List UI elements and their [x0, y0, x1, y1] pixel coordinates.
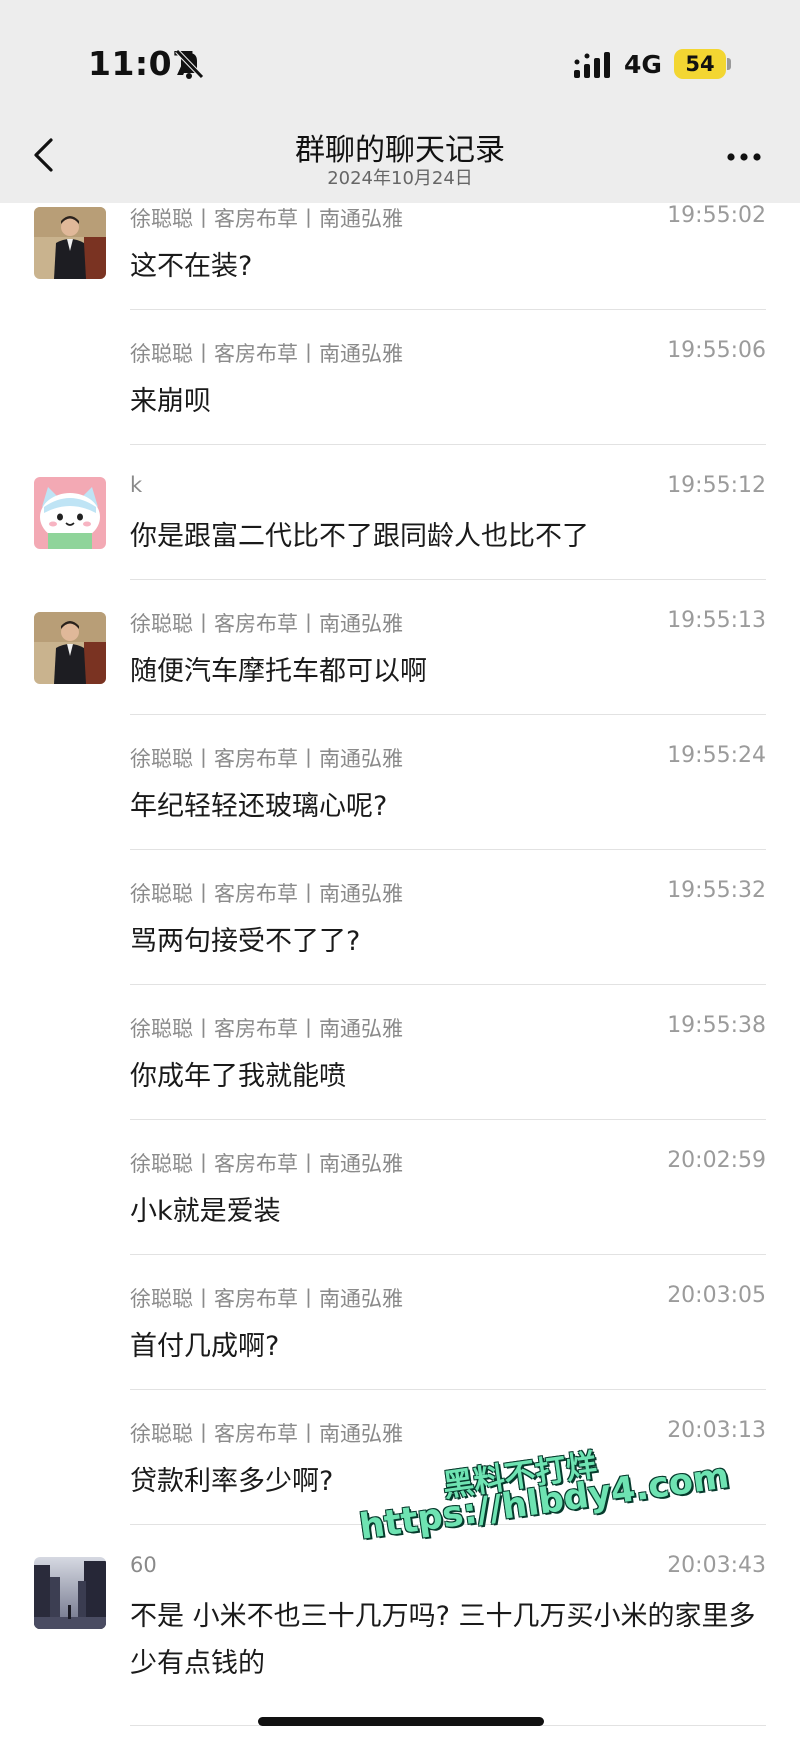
- man-portrait-avatar: [34, 207, 106, 279]
- battery-cap: [727, 58, 731, 70]
- sender-name: 徐聪聪丨客房布草丨南通弘雅: [130, 1422, 403, 1446]
- home-indicator[interactable]: [258, 1717, 544, 1726]
- avatar[interactable]: [34, 477, 106, 549]
- avatar[interactable]: [34, 612, 106, 684]
- sender-name: 徐聪聪丨客房布草丨南通弘雅: [130, 747, 403, 771]
- divider: [130, 984, 766, 985]
- top-bar: 11:07 4G 54 群聊的聊天记录 2024年10月24日: [0, 0, 800, 203]
- message-text: 你成年了我就能喷: [130, 1061, 346, 1092]
- divider: [130, 579, 766, 580]
- sender-name: 徐聪聪丨客房布草丨南通弘雅: [130, 882, 403, 906]
- message-time: 20:03:05: [667, 1283, 766, 1308]
- sender-name: 徐聪聪丨客房布草丨南通弘雅: [130, 207, 403, 231]
- signal-icon: [574, 52, 610, 78]
- sender-name: 徐聪聪丨客房布草丨南通弘雅: [130, 1152, 403, 1176]
- message-text: 你是跟富二代比不了跟同龄人也比不了: [130, 521, 589, 552]
- city-street-avatar: [34, 1557, 106, 1629]
- divider: [130, 1119, 766, 1120]
- message-time: 20:02:59: [667, 1148, 766, 1173]
- message-time: 19:55:32: [667, 878, 766, 903]
- sender-name: 60: [130, 1553, 157, 1577]
- divider: [130, 444, 766, 445]
- sender-name: 徐聪聪丨客房布草丨南通弘雅: [130, 612, 403, 636]
- page-title: 群聊的聊天记录: [295, 133, 505, 168]
- message-text: 随便汽车摩托车都可以啊: [130, 656, 427, 687]
- message-time: 19:55:06: [667, 338, 766, 363]
- message-text: 小k就是爱装: [130, 1196, 281, 1227]
- sender-name: 徐聪聪丨客房布草丨南通弘雅: [130, 1287, 403, 1311]
- message-time: 19:55:24: [667, 743, 766, 768]
- message-text: 来崩呗: [130, 386, 211, 417]
- message-text: 年纪轻轻还玻璃心呢?: [130, 791, 388, 822]
- message-text: 不是 小米不也三十几万吗? 三十几万买小米的家里多少有点钱的: [130, 1601, 756, 1679]
- message-time: 20:03:43: [667, 1553, 766, 1578]
- avatar[interactable]: [34, 207, 106, 279]
- sender-name: k: [130, 473, 143, 497]
- message-text: 骂两句接受不了了?: [130, 926, 361, 957]
- divider: [130, 309, 766, 310]
- network-type: 4G: [624, 50, 662, 79]
- divider: [130, 849, 766, 850]
- battery-level: 54: [674, 49, 726, 79]
- avatar[interactable]: [34, 1557, 106, 1629]
- sender-name: 徐聪聪丨客房布草丨南通弘雅: [130, 342, 403, 366]
- cartoon-cat-avatar: [34, 477, 106, 549]
- page-subtitle-date: 2024年10月24日: [327, 168, 473, 189]
- divider: [130, 1254, 766, 1255]
- message-time: 19:55:12: [667, 473, 766, 498]
- message-text: 这不在装?: [130, 251, 253, 282]
- message-time: 19:55:02: [667, 203, 766, 228]
- bell-muted-icon: [175, 49, 204, 79]
- sender-name: 徐聪聪丨客房布草丨南通弘雅: [130, 1017, 403, 1041]
- message-time: 20:03:13: [667, 1418, 766, 1443]
- message-text: 首付几成啊?: [130, 1331, 280, 1362]
- more-options-icon[interactable]: [726, 152, 762, 162]
- message-time: 19:55:13: [667, 608, 766, 633]
- man-portrait-avatar: [34, 612, 106, 684]
- message-time: 19:55:38: [667, 1013, 766, 1038]
- divider: [130, 1389, 766, 1390]
- divider: [130, 714, 766, 715]
